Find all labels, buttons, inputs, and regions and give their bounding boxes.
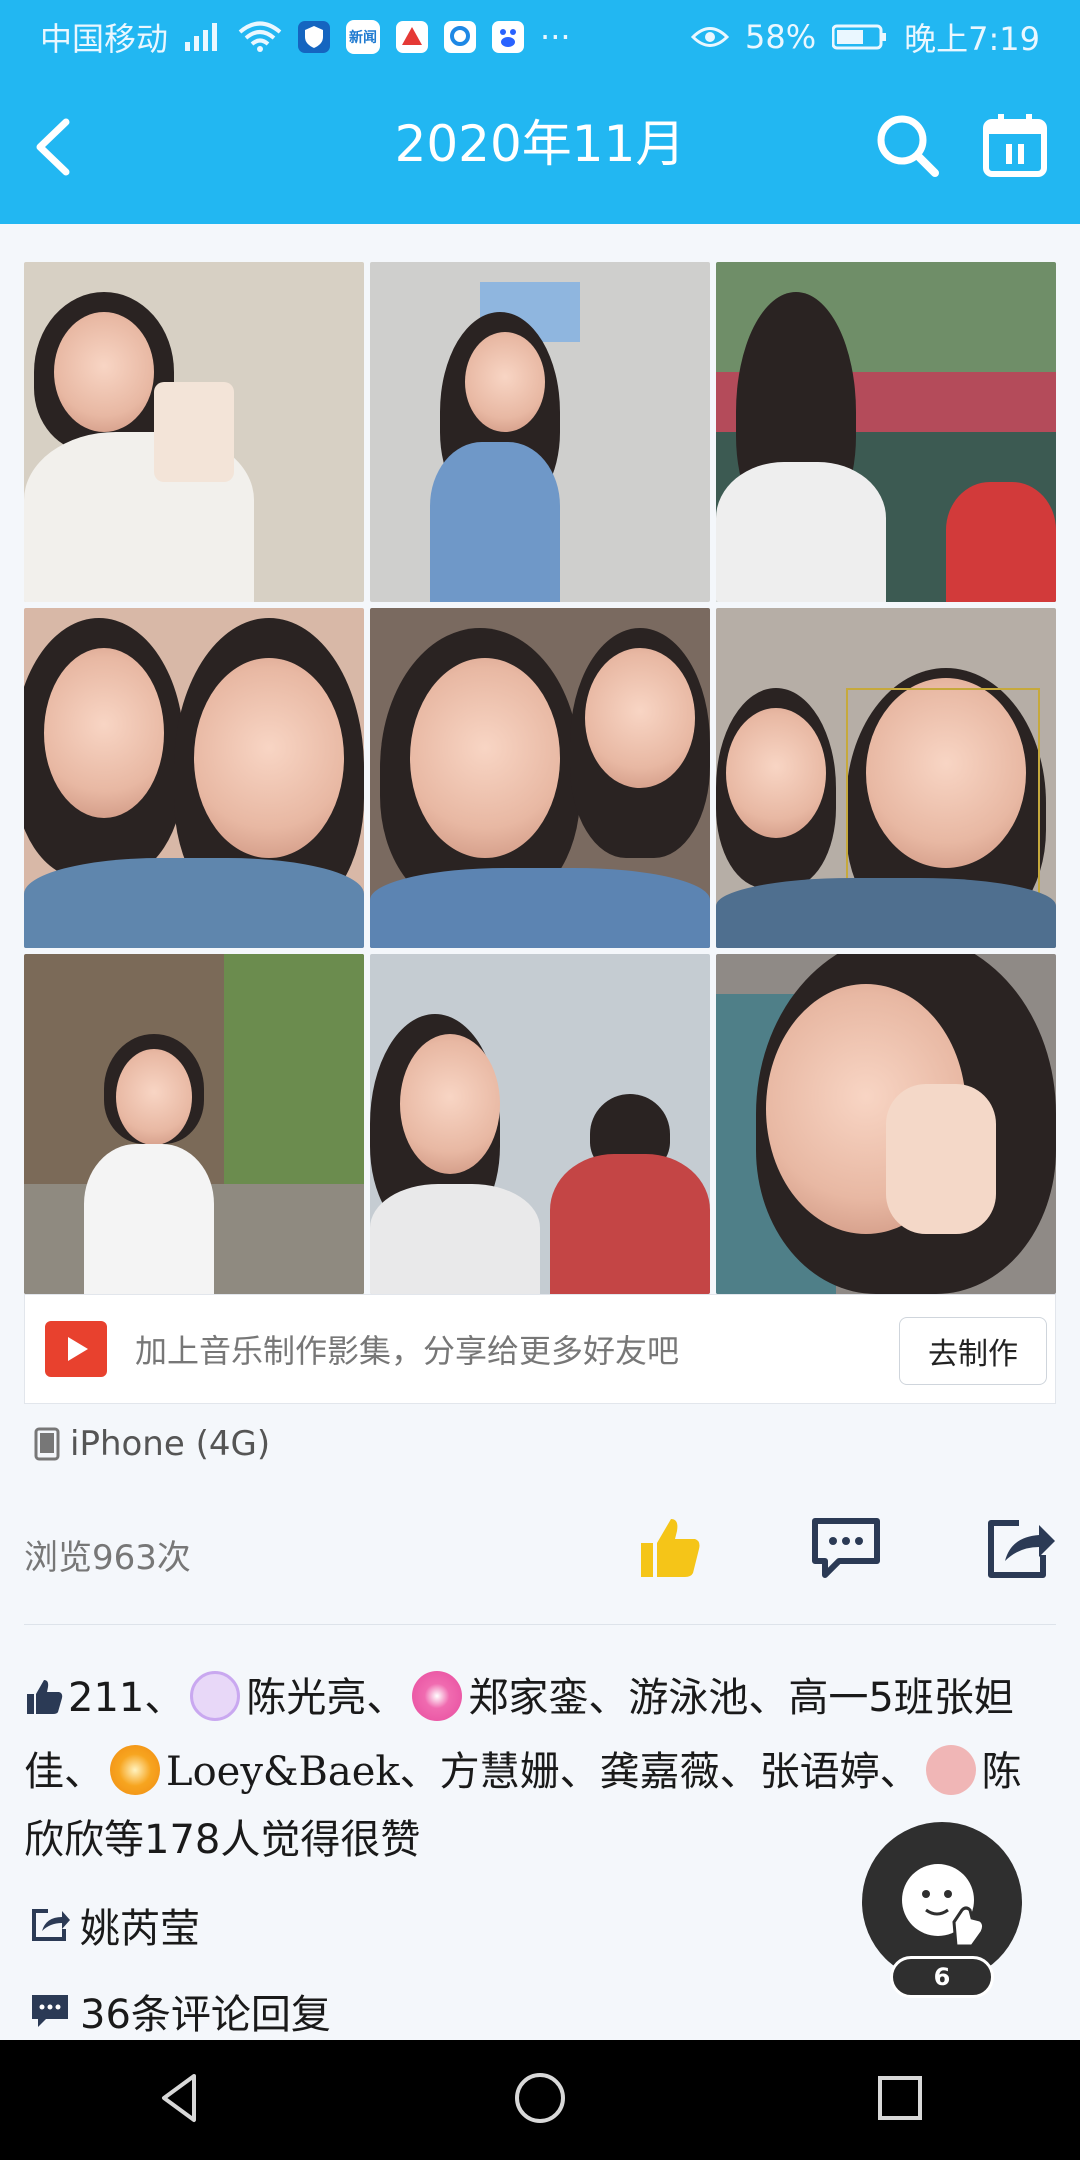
comment-count: 36条评论回复	[80, 1992, 331, 2038]
baidu-app-icon	[492, 21, 525, 53]
separator: 、	[399, 1749, 440, 1795]
shield-app-icon	[298, 21, 331, 53]
nav-home-button[interactable]	[510, 2068, 570, 2132]
separator: 、	[588, 1675, 629, 1721]
nav-recents-button[interactable]	[870, 2068, 930, 2132]
wifi-icon	[238, 21, 282, 53]
liker-name[interactable]: 龚嘉薇	[600, 1749, 720, 1795]
avatar	[110, 1745, 160, 1795]
liker-name[interactable]: 方慧姗	[440, 1749, 560, 1795]
eye-comfort-icon	[691, 24, 729, 50]
like-button[interactable]	[630, 1508, 710, 1588]
like-count: 211	[68, 1675, 145, 1721]
photo-thumbnail[interactable]	[24, 954, 364, 1294]
video-play-icon	[45, 1321, 107, 1377]
photo-thumbnail[interactable]	[24, 608, 364, 948]
battery-icon	[832, 23, 888, 51]
make-album-text: 加上音乐制作影集，分享给更多好友吧	[135, 1332, 680, 1370]
photo-thumbnail[interactable]	[370, 954, 710, 1294]
liker-name[interactable]: 陈光亮	[246, 1675, 366, 1721]
clock: 晚上7:19	[904, 20, 1040, 58]
app-icon-a	[396, 21, 429, 53]
square-recents-icon	[878, 2076, 922, 2120]
triangle-back-icon	[162, 2074, 196, 2122]
more-notifications: ···	[540, 18, 571, 56]
share-icon	[32, 1909, 70, 1941]
news-app-icon: 新闻	[346, 20, 381, 54]
device-label: iPhone (4G)	[34, 1424, 270, 1464]
device-name: iPhone (4G)	[70, 1424, 271, 1464]
thumbs-up-icon	[641, 1519, 700, 1577]
liker-name[interactable]: 张语婷	[760, 1749, 880, 1795]
likes-suffix: 等178人觉得很赞	[104, 1817, 421, 1863]
avatar	[412, 1671, 463, 1721]
app-header: 2020年11月	[0, 74, 1080, 224]
app-icon-b	[444, 21, 477, 53]
system-nav-bar	[0, 2040, 1080, 2160]
photo-thumbnail[interactable]	[370, 608, 710, 948]
status-left: 中国移动 新闻 ···	[40, 14, 571, 60]
search-icon	[877, 115, 939, 177]
make-album-banner: 加上音乐制作影集，分享给更多好友吧 去制作	[24, 1294, 1056, 1404]
action-bar	[0, 1508, 1080, 1598]
smiley-hand-icon	[902, 1864, 986, 1948]
sharer-name[interactable]: 姚芮莹	[80, 1896, 200, 1954]
status-bar: 中国移动 新闻 ··· 58% 晚上7:19	[0, 0, 1080, 74]
thumbs-up-icon	[24, 1670, 64, 1738]
separator: 、	[144, 1675, 185, 1721]
comment-button[interactable]	[806, 1508, 886, 1588]
photo-thumbnail[interactable]	[716, 608, 1056, 948]
separator: 、	[366, 1675, 407, 1721]
carrier-label: 中国移动	[40, 20, 169, 58]
share-info: 姚芮莹	[30, 1896, 200, 1954]
photo-thumbnail[interactable]	[24, 262, 364, 602]
photo-thumbnail[interactable]	[716, 262, 1056, 602]
photo-grid	[24, 262, 1056, 1294]
avatar	[190, 1671, 241, 1721]
share-button[interactable]	[980, 1508, 1060, 1588]
separator: 、	[64, 1749, 104, 1795]
search-button[interactable]	[872, 110, 942, 180]
separator: 、	[559, 1749, 600, 1795]
share-icon	[988, 1520, 1055, 1578]
liker-name[interactable]: 郑家銮	[468, 1675, 588, 1721]
circle-home-icon	[515, 2073, 565, 2123]
divider	[24, 1624, 1056, 1625]
separator: 、	[879, 1749, 920, 1795]
calendar-button[interactable]	[982, 112, 1048, 178]
comment-icon	[32, 1995, 68, 2027]
separator: 、	[719, 1749, 760, 1795]
status-right: 58% 晚上7:19	[691, 14, 1040, 60]
separator: 、	[748, 1675, 789, 1721]
photo-thumbnail[interactable]	[370, 262, 710, 602]
avatar	[925, 1745, 976, 1795]
nav-back-button[interactable]	[150, 2068, 210, 2132]
phone-icon	[34, 1427, 60, 1461]
floating-badge: 6	[890, 1956, 994, 1998]
calendar-icon	[983, 114, 1047, 177]
make-album-button[interactable]: 去制作	[899, 1317, 1047, 1385]
battery-percent: 58%	[745, 18, 817, 56]
signal-icon	[184, 22, 222, 52]
photo-thumbnail[interactable]	[716, 954, 1056, 1294]
comment-icon	[812, 1518, 880, 1578]
floating-assistant-button[interactable]: 6	[862, 1822, 1022, 2002]
comment-info[interactable]: 36条评论回复	[30, 1982, 331, 2040]
liker-name[interactable]: Loey&Baek	[166, 1749, 400, 1795]
liker-name[interactable]: 游泳池	[628, 1675, 748, 1721]
